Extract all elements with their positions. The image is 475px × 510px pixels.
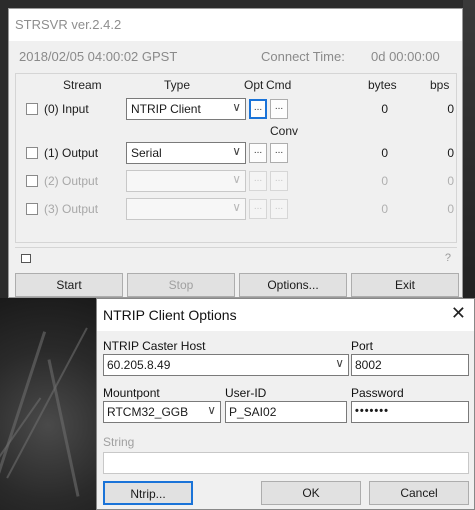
window-title: STRSVR ver.2.4.2 [9,9,462,41]
stream-row-0: (0) Input NTRIP Client ∨ ... ... 0 0 [16,96,456,122]
stream-3-bps: 0 [447,202,454,216]
port-label: Port [351,339,374,353]
header-bytes: bytes [368,78,397,92]
header-type: Type [164,78,191,92]
header-conv: Conv [270,124,299,138]
stream-0-type-select[interactable]: NTRIP Client ∨ [126,98,246,120]
chevron-down-icon: ∨ [232,144,241,158]
stream-3-checkbox[interactable] [26,203,38,215]
user-id-input[interactable]: P_SAI02 [225,401,347,423]
stream-1-type-value: Serial [131,146,162,160]
caster-host-label: NTRIP Caster Host [103,339,206,353]
stream-3-bytes: 0 [381,202,388,216]
strsvr-window: STRSVR ver.2.4.2 2018/02/05 04:00:02 GPS… [8,8,463,298]
header-opt: Opt [244,78,264,92]
stream-2-bps: 0 [447,174,454,188]
header-bps: bps [430,78,450,92]
stream-row-1: (1) Output Serial ∨ ... ... 0 0 [16,140,456,166]
stream-1-bytes: 0 [381,146,388,160]
stream-1-conv-button[interactable]: ... [270,143,288,163]
caster-host-select[interactable]: 60.205.8.49 ∨ [103,354,349,376]
stream-1-checkbox[interactable] [26,147,38,159]
stream-0-bps: 0 [447,102,454,116]
exit-button[interactable]: Exit [351,273,459,297]
chevron-down-icon: ∨ [232,200,241,214]
stream-0-opt-button[interactable]: ... [249,99,267,119]
options-button[interactable]: Options... [239,273,347,297]
connect-time-value: 0d 00:00:00 [371,49,440,64]
caster-host-value: 60.205.8.49 [107,358,171,372]
help-icon[interactable]: ? [445,252,451,264]
header-cmd: Cmd [266,78,292,92]
ok-button[interactable]: OK [261,481,361,505]
chevron-down-icon: ∨ [232,100,241,114]
message-square-icon [21,254,31,263]
ntrip-client-options-dialog: NTRIP Client Options ✕ NTRIP Caster Host… [96,298,475,510]
password-input[interactable]: ••••••• [351,401,469,423]
stream-0-cmd-button[interactable]: ... [270,99,288,119]
stream-1-bps: 0 [447,146,454,160]
stream-1-type-select[interactable]: Serial ∨ [126,142,246,164]
datetime-readout: 2018/02/05 04:00:02 GPST [19,49,178,64]
stream-0-checkbox[interactable] [26,103,38,115]
stream-1-label: (1) Output [44,146,99,160]
stream-0-label: (0) Input [44,102,89,116]
user-id-label: User-ID [225,386,267,400]
stream-2-opt-button[interactable]: ... [249,171,267,191]
stream-1-opt-button[interactable]: ... [249,143,267,163]
connect-time-label: Connect Time: [261,49,345,64]
ntrip-button[interactable]: Ntrip... [103,481,193,505]
header-stream: Stream [63,78,102,92]
mountpoint-value: RTCM32_GGB [107,405,189,419]
stream-row-3: (3) Output ∨ ... ... 0 0 [16,196,456,222]
password-label: Password [351,386,404,400]
cancel-button[interactable]: Cancel [369,481,469,505]
port-input[interactable]: 8002 [351,354,469,376]
stream-2-label: (2) Output [44,174,99,188]
close-icon[interactable]: ✕ [451,303,466,324]
dialog-title-bar: NTRIP Client Options ✕ [97,299,474,331]
stream-2-conv-button[interactable]: ... [270,171,288,191]
stream-3-opt-button[interactable]: ... [249,199,267,219]
stream-panel: Stream Type Opt Cmd bytes bps (0) Input … [15,73,457,243]
string-input[interactable] [103,452,469,474]
desktop-wallpaper [0,298,96,510]
chevron-down-icon: ∨ [207,403,216,417]
stream-3-label: (3) Output [44,202,99,216]
stream-3-type-select[interactable]: ∨ [126,198,246,220]
stream-2-bytes: 0 [381,174,388,188]
stop-button[interactable]: Stop [127,273,235,297]
status-bar: 2018/02/05 04:00:02 GPST Connect Time: 0… [15,45,455,69]
start-button[interactable]: Start [15,273,123,297]
stream-0-bytes: 0 [381,102,388,116]
mountpoint-select[interactable]: RTCM32_GGB ∨ [103,401,221,423]
chevron-down-icon: ∨ [335,356,344,370]
chevron-down-icon: ∨ [232,172,241,186]
stream-2-checkbox[interactable] [26,175,38,187]
stream-row-2: (2) Output ∨ ... ... 0 0 [16,168,456,194]
string-label: String [103,435,135,449]
mountpoint-label: Mountpont [103,386,160,400]
dialog-title: NTRIP Client Options [103,307,237,323]
stream-2-type-select[interactable]: ∨ [126,170,246,192]
message-bar: ? [15,247,457,269]
stream-0-type-value: NTRIP Client [131,102,201,116]
stream-3-conv-button[interactable]: ... [270,199,288,219]
